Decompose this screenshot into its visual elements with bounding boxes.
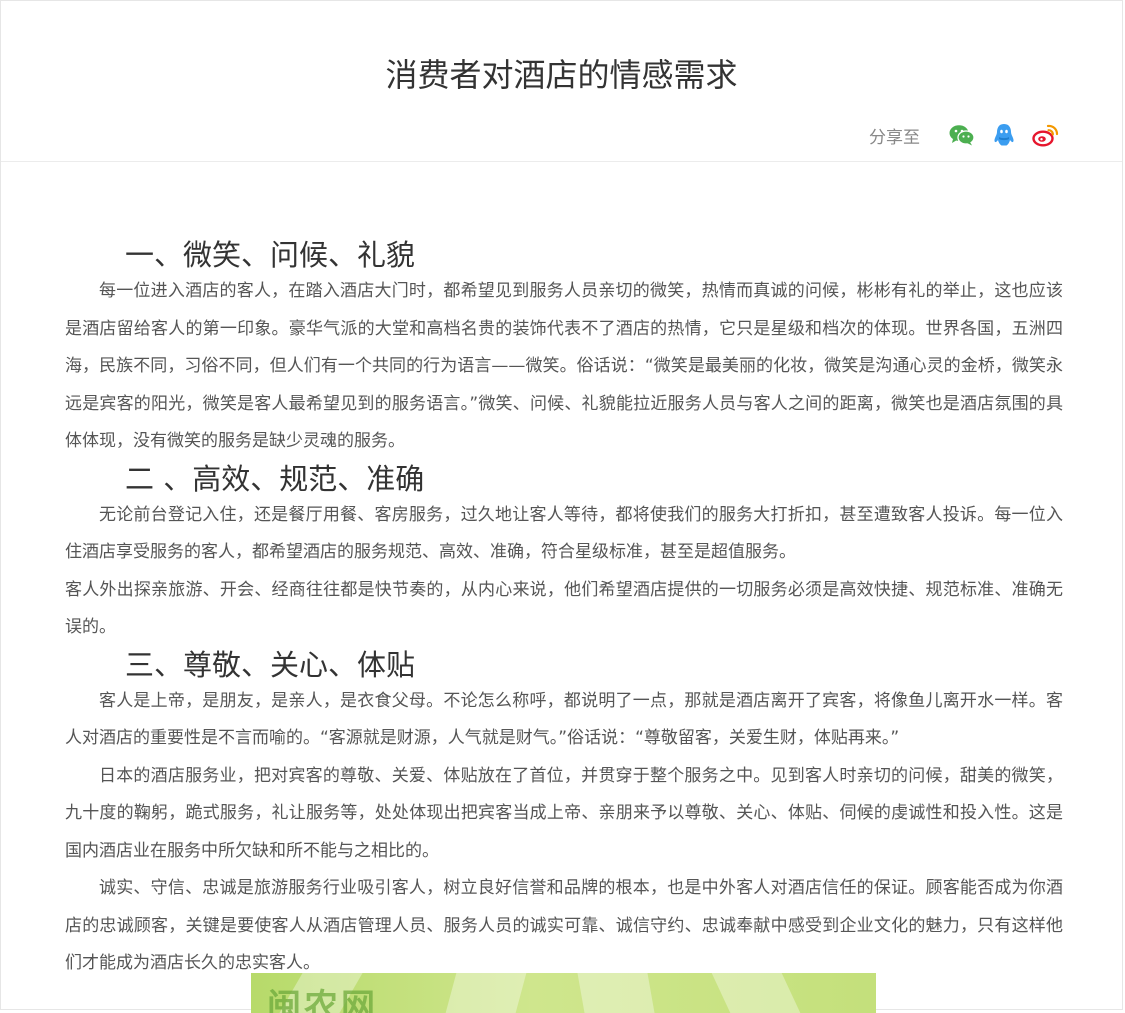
paragraph: 客人是上帝，是朋友，是亲人，是衣食父母。不论怎么称呼，都说明了一点，那就是酒店离…: [65, 690, 1063, 749]
paragraph: 诚实、守信、忠诚是旅游服务行业吸引客人，树立良好信誉和品牌的根本，也是中外客人对…: [65, 878, 1063, 973]
image-watermark: 闽农网: [267, 987, 378, 1013]
wechat-icon[interactable]: [948, 121, 976, 149]
qq-icon[interactable]: [990, 121, 1018, 149]
paragraph: 无论前台登记入住，还是餐厅用餐、客房服务，过久地让客人等待，都将使我们的服务大打…: [65, 504, 1063, 563]
article-page: 消费者对酒店的情感需求 分享至 一、微笑、问候、礼貌 每一位进入酒店的客人，在踏…: [0, 0, 1123, 1013]
section-heading: 一、微笑、问候、礼貌: [125, 238, 416, 272]
paragraph: 每一位进入酒店的客人，在踏入酒店大门时，都希望见到服务人员亲切的微笑，热情而真诚…: [65, 281, 1063, 451]
article-image: 闽农网: [251, 973, 876, 1013]
page-title: 消费者对酒店的情感需求: [385, 56, 738, 94]
section-heading: 三、尊敬、关心、体贴: [125, 647, 416, 682]
weibo-icon[interactable]: [1032, 121, 1060, 149]
article-body: 一、微笑、问候、礼貌 每一位进入酒店的客人，在踏入酒店大门时，都希望见到服务人员…: [65, 237, 1063, 983]
section-heading: 二 、高效、规范、准确: [125, 461, 425, 496]
share-bar: 分享至: [869, 121, 1060, 149]
share-label: 分享至: [869, 127, 920, 148]
paragraph: 客人外出探亲旅游、开会、经商往往都是快节奏的，从内心来说，他们希望酒店提供的一切…: [65, 579, 1063, 638]
article-header: 消费者对酒店的情感需求 分享至: [1, 1, 1122, 162]
paragraph: 日本的酒店服务业，把对宾客的尊敬、关爱、体贴放在了首位，并贯穿于整个服务之中。见…: [65, 765, 1063, 861]
